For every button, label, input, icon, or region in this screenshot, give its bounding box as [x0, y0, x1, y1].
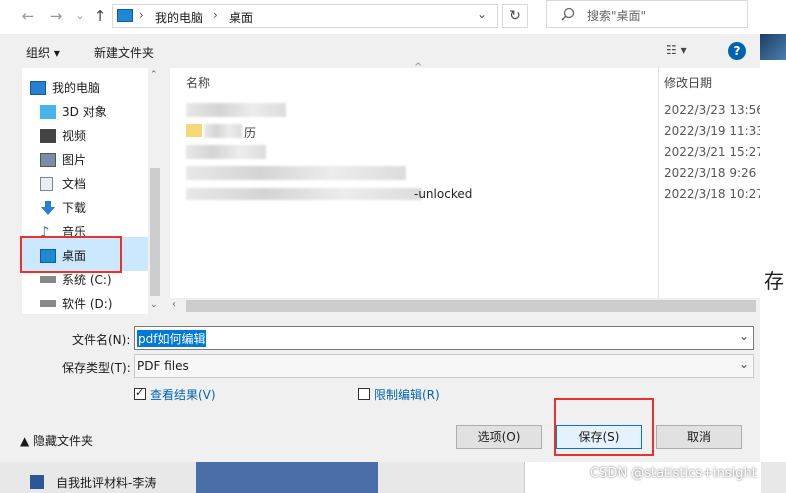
nav-item-label: 3D 对象: [62, 105, 107, 119]
drive-icon: [40, 300, 56, 307]
folder-icon: [186, 124, 202, 137]
breadcrumb-separator: ›: [213, 8, 218, 22]
cancel-button[interactable]: 取消: [656, 425, 742, 449]
search-input[interactable]: 搜索"桌面": [587, 7, 646, 24]
breadcrumb-separator: ›: [139, 8, 144, 22]
filetype-select[interactable]: PDF files ⌄: [134, 354, 754, 378]
file-date: 2022/3/23 13:56: [664, 103, 764, 117]
checkmark-icon: ✓: [135, 386, 145, 399]
address-history-dropdown[interactable]: ⌄: [477, 7, 487, 21]
annotation-highlight-save: [554, 398, 654, 456]
organize-button[interactable]: 组织 ▾: [26, 44, 60, 61]
file-date: 2022/3/18 9:26: [664, 166, 757, 180]
file-row[interactable]: 历 2022/3/19 11:33: [186, 121, 764, 142]
back-button[interactable]: ←: [18, 6, 38, 26]
scroll-down-icon[interactable]: ⌄: [150, 300, 158, 310]
word-document-icon: [30, 475, 44, 489]
nav-item-documents[interactable]: 文档: [24, 172, 150, 196]
background-taskbar-item[interactable]: 自我批评材料-李涛: [56, 474, 156, 491]
file-date: 2022/3/18 10:27: [664, 187, 764, 201]
nav-item-pictures[interactable]: 图片: [24, 148, 150, 172]
forward-button[interactable]: →: [46, 6, 66, 26]
download-icon: [41, 201, 55, 215]
background-document-area: [760, 34, 786, 493]
filename-dropdown-icon[interactable]: ⌄: [739, 329, 749, 343]
filename-label: 文件名(N):: [72, 333, 131, 347]
nav-item-videos[interactable]: 视频: [24, 124, 150, 148]
restrict-edit-checkbox[interactable]: [358, 388, 370, 400]
search-box[interactable]: 搜索"桌面": [546, 0, 748, 28]
nav-item-my-computer[interactable]: 我的电脑: [14, 76, 140, 100]
column-header-date[interactable]: 修改日期: [664, 74, 712, 91]
picture-icon: [40, 153, 56, 167]
file-row[interactable]: 2022/3/18 9:26: [186, 163, 760, 184]
file-name: -unlocked: [414, 187, 473, 201]
nav-item-drive-d[interactable]: 软件 (D:): [24, 292, 150, 316]
view-options-button[interactable]: ☷ ▾: [666, 43, 687, 57]
file-row[interactable]: -unlocked 2022/3/18 10:27: [186, 184, 764, 205]
up-button[interactable]: ↑: [90, 6, 110, 26]
watermark: CSDN @statistics+insight: [590, 466, 757, 481]
background-blue-block: [196, 462, 378, 493]
scroll-left-icon[interactable]: ‹: [172, 299, 176, 310]
background-side-char: 存: [764, 269, 784, 293]
nav-scroll-thumb[interactable]: [150, 168, 160, 296]
background-thumbnail: [760, 34, 786, 60]
nav-item-label: 文档: [62, 177, 87, 191]
desktop-icon: [117, 9, 133, 22]
nav-item-downloads[interactable]: 下载: [24, 196, 150, 220]
nav-item-label: 下载: [62, 201, 87, 215]
breadcrumb-desktop[interactable]: 桌面: [229, 9, 253, 26]
nav-item-3d-objects[interactable]: 3D 对象: [24, 100, 150, 124]
column-header-name[interactable]: 名称: [186, 74, 210, 91]
hide-folders-toggle[interactable]: ▲ 隐藏文件夹: [20, 432, 93, 449]
options-button[interactable]: 选项(O): [456, 425, 542, 449]
annotation-highlight-desktop: [20, 236, 122, 273]
new-folder-button[interactable]: 新建文件夹: [94, 44, 154, 61]
computer-icon: [30, 81, 46, 95]
view-result-checkbox[interactable]: ✓: [134, 386, 146, 400]
refresh-button[interactable]: ↻: [502, 4, 528, 28]
search-icon: [561, 7, 575, 21]
document-icon: [40, 177, 53, 191]
horizontal-scroll-thumb[interactable]: [186, 300, 756, 312]
recent-dropdown-button[interactable]: ⌄: [70, 6, 90, 26]
nav-item-label: 视频: [62, 129, 87, 143]
breadcrumb-my-computer[interactable]: 我的电脑: [155, 9, 203, 26]
cube-icon: [40, 105, 56, 119]
video-icon: [40, 129, 56, 143]
nav-item-label: 我的电脑: [52, 81, 101, 95]
sort-ascending-icon: ^: [414, 62, 423, 73]
drive-icon: [40, 276, 56, 283]
file-row[interactable]: 2022/3/23 13:56: [186, 100, 764, 121]
file-name: 历: [244, 126, 257, 140]
filetype-label: 保存类型(T):: [62, 361, 131, 375]
filetype-value: PDF files: [137, 359, 189, 373]
nav-item-label: 软件 (D:): [62, 297, 113, 311]
file-row[interactable]: 2022/3/21 15:27: [186, 142, 764, 163]
view-result-label[interactable]: 查看结果(V): [150, 386, 216, 403]
file-date: 2022/3/19 11:33: [664, 124, 764, 138]
file-date: 2022/3/21 15:27: [664, 145, 764, 159]
help-icon[interactable]: ?: [728, 42, 746, 60]
filename-input[interactable]: pdf如何编辑: [137, 330, 207, 347]
address-field[interactable]: › 我的电脑 › 桌面 ⌄: [112, 4, 498, 28]
scroll-up-icon[interactable]: ⌃: [150, 70, 158, 80]
filetype-dropdown-icon[interactable]: ⌄: [739, 357, 749, 371]
restrict-edit-label[interactable]: 限制编辑(R): [374, 386, 440, 403]
nav-item-label: 图片: [62, 153, 87, 167]
filename-field[interactable]: pdf如何编辑 ⌄: [134, 326, 754, 350]
